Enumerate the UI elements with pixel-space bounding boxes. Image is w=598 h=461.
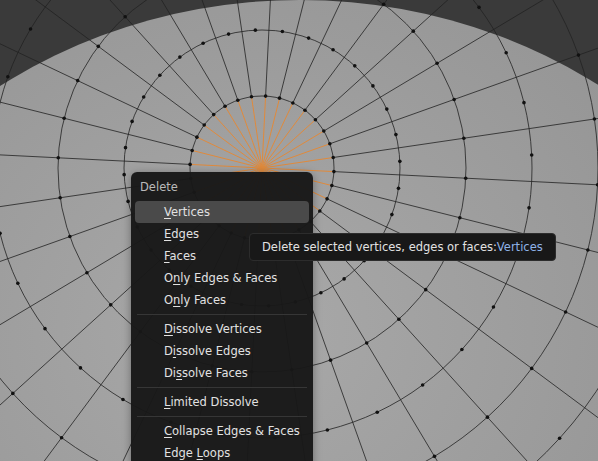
menu-separator bbox=[137, 416, 307, 417]
menu-item[interactable]: Collapse Edges & Faces bbox=[135, 420, 309, 442]
menu-item[interactable]: Vertices bbox=[135, 201, 309, 223]
menu-separator bbox=[137, 387, 307, 388]
menu-item[interactable]: Dissolve Edges bbox=[135, 340, 309, 362]
menu-item[interactable]: Dissolve Faces bbox=[135, 362, 309, 384]
menu-item[interactable]: Limited Dissolve bbox=[135, 391, 309, 413]
menu-item[interactable]: Only Faces bbox=[135, 289, 309, 311]
menu-item[interactable]: Only Edges & Faces bbox=[135, 267, 309, 289]
menu-item[interactable]: Edge Loops bbox=[135, 442, 309, 461]
menu-separator bbox=[137, 314, 307, 315]
menu-title: Delete bbox=[135, 176, 309, 201]
tooltip: Delete selected vertices, edges or faces… bbox=[249, 233, 556, 261]
menu-item[interactable]: Dissolve Vertices bbox=[135, 318, 309, 340]
blender-viewport: DeleteVerticesEdgesFacesOnly Edges & Fac… bbox=[0, 0, 598, 461]
delete-menu: DeleteVerticesEdgesFacesOnly Edges & Fac… bbox=[131, 172, 313, 461]
